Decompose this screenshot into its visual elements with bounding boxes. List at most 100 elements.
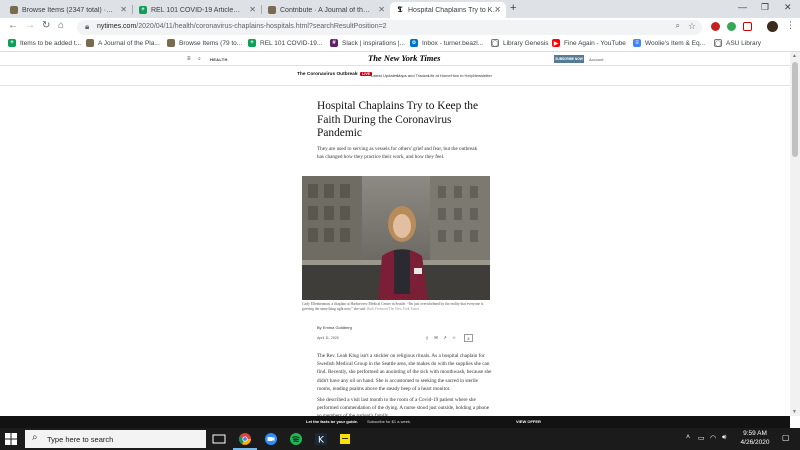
bookmark-icon[interactable]: ☆ xyxy=(450,334,458,342)
scroll-down-icon[interactable]: ▼ xyxy=(792,409,797,415)
bookmark-item[interactable]: # Slack | inspirations |... xyxy=(330,39,405,47)
windows-taskbar: ⌕ Type here to search K ˄ ▭ ◠ 🔊︎ 9:59 AM… xyxy=(0,428,800,450)
taskbar-search[interactable]: ⌕ Type here to search xyxy=(25,430,206,448)
close-icon[interactable]: ✕ xyxy=(494,5,501,14)
search-engine-icon[interactable]: ⌕ xyxy=(676,21,680,31)
bookmark-label: A Journal of the Pla... xyxy=(98,39,160,47)
home-icon[interactable]: ⌂ xyxy=(58,20,64,31)
comment-count[interactable]: 4 xyxy=(464,334,473,342)
facebook-icon[interactable]: f xyxy=(423,334,431,342)
bookmark-item[interactable]: Browse Items (79 to... xyxy=(167,39,242,47)
bookmark-item[interactable]: ≡ Woolie's Item & Eq... xyxy=(633,39,705,47)
extension-shield-icon[interactable] xyxy=(743,22,752,31)
extension-red-icon[interactable] xyxy=(711,22,720,31)
wifi-icon[interactable]: ◠ xyxy=(710,434,716,442)
close-icon[interactable]: ✕ xyxy=(120,5,127,14)
page-scrollbar[interactable]: ▲ ▼ xyxy=(790,52,800,416)
section-label[interactable]: HEALTH xyxy=(210,57,228,62)
bookmark-item[interactable]: o Inbox - turner.beazl... xyxy=(410,39,483,47)
zoom-icon[interactable] xyxy=(264,432,278,446)
article-summary: They are used to serving as vessels for … xyxy=(317,146,478,160)
close-icon[interactable]: ✕ xyxy=(249,5,256,14)
email-icon[interactable]: ✉ xyxy=(432,334,440,342)
bookmark-label: Slack | inspirations |... xyxy=(342,39,405,47)
subscribe-banner-text: Let the facts be your guide. xyxy=(306,419,359,424)
section-nav-link[interactable]: How to Help xyxy=(451,73,473,78)
section-nav-link[interactable]: Latest Updates xyxy=(371,73,398,78)
bookmark-label: Woolie's Item & Eq... xyxy=(645,39,706,47)
network-icon[interactable]: ▭ xyxy=(698,434,705,442)
menu-kebab-icon[interactable]: ⋮ xyxy=(786,20,795,31)
windows-start-icon[interactable] xyxy=(5,433,17,445)
bookmark-item[interactable]: ◯ ASU Library xyxy=(714,39,761,47)
task-view-icon[interactable] xyxy=(212,432,226,446)
outlook-icon: o xyxy=(410,39,418,47)
tab-rel101-articles[interactable]: + REL 101 COVID-19 Articles - Goo ✕ xyxy=(133,2,261,18)
tab-contribute[interactable]: Contribute · A Journal of the Pla ✕ xyxy=(262,2,390,18)
volume-icon[interactable]: 🔊︎ xyxy=(722,434,726,442)
new-tab-button[interactable]: + xyxy=(510,2,516,14)
bookmark-item[interactable]: + Items to be added t... xyxy=(8,39,81,47)
doc-icon: ≡ xyxy=(633,39,641,47)
tab-hospital-chaplains[interactable]: 𝕿 Hospital Chaplains Try to Keep th ✕ xyxy=(390,2,506,18)
restore-icon[interactable]: ❐ xyxy=(761,2,769,13)
article-date: April 11, 2020 xyxy=(317,336,339,340)
clock-time: 9:59 AM xyxy=(743,430,767,437)
scrollbar-thumb[interactable] xyxy=(792,62,798,157)
search-icon: ⌕ xyxy=(32,432,38,443)
omeka-icon xyxy=(167,39,175,47)
minimize-icon[interactable]: — xyxy=(738,2,747,12)
bookmark-label: Items to be added t... xyxy=(20,39,82,47)
chrome-taskbar-icon[interactable] xyxy=(238,432,252,446)
sheets-icon: + xyxy=(139,6,147,14)
share-icon[interactable]: ↗ xyxy=(441,334,449,342)
bookmark-label: Browse Items (79 to... xyxy=(179,39,243,47)
article-headline: Hospital Chaplains Try to Keep the Faith… xyxy=(317,100,479,139)
steam-app-icon[interactable]: K xyxy=(314,432,328,446)
hamburger-menu-icon[interactable]: ≡ xyxy=(187,56,191,62)
view-offer-button[interactable]: VIEW OFFER xyxy=(516,419,541,424)
notifications-icon[interactable]: ▢ xyxy=(782,433,790,442)
close-icon[interactable]: ✕ xyxy=(378,5,385,14)
omeka-icon xyxy=(86,39,94,47)
bookmark-item[interactable]: + REL 101 COVID-19... xyxy=(248,39,322,47)
nyt-icon: 𝕿 xyxy=(396,5,404,14)
nyt-logo[interactable]: The New York Times xyxy=(368,53,440,63)
scroll-up-icon[interactable]: ▲ xyxy=(792,53,797,59)
section-nav-link[interactable]: Life at Home xyxy=(428,73,451,78)
bookmark-item[interactable]: ▶ Fine Again - YouTube xyxy=(552,39,626,47)
spotify-icon[interactable] xyxy=(289,432,303,446)
tray-chevron-icon[interactable]: ˄ xyxy=(686,434,690,441)
chaplain-photo-illustration xyxy=(302,176,490,300)
section-nav-link[interactable]: Maps and Tracker xyxy=(397,73,429,78)
sticky-notes-icon[interactable] xyxy=(338,432,352,446)
bookmark-label: REL 101 COVID-19... xyxy=(260,39,323,47)
globe-icon: ◯ xyxy=(714,39,722,47)
close-window-icon[interactable]: ✕ xyxy=(784,2,792,13)
extension-green-icon[interactable] xyxy=(727,22,736,31)
subscribe-now-button[interactable]: SUBSCRIBE NOW xyxy=(554,55,584,63)
taskbar-clock[interactable]: 9:59 AM 4/26/2020 xyxy=(735,429,775,447)
lock-icon: 🔒︎ xyxy=(85,22,90,31)
section-nav-link[interactable]: Newsletter xyxy=(473,73,492,78)
address-bar[interactable]: 🔒︎ nytimes.com/2020/04/11/health/coronav… xyxy=(77,20,702,35)
back-icon[interactable]: ← xyxy=(8,20,18,31)
account-link[interactable]: Account xyxy=(589,57,603,62)
section-nav-title[interactable]: The Coronavirus Outbreak xyxy=(297,72,358,77)
bookmark-star-icon[interactable]: ☆ xyxy=(688,21,696,32)
article-byline[interactable]: By Emma Goldberg xyxy=(317,325,352,330)
article-paragraph: The Rev. Leah Klug isn't a stickler on r… xyxy=(317,353,492,392)
bookmark-item[interactable]: A Journal of the Pla... xyxy=(86,39,160,47)
search-icon[interactable]: ⌕ xyxy=(198,56,201,62)
reload-icon[interactable]: ↻ xyxy=(42,20,50,31)
avatar[interactable] xyxy=(767,21,778,32)
sheets-icon: + xyxy=(248,39,256,47)
bookmark-label: Inbox - turner.beazl... xyxy=(422,39,484,47)
forward-icon[interactable]: → xyxy=(25,20,35,31)
omeka-icon xyxy=(10,6,18,14)
bookmark-item[interactable]: ◯ Library Genesis xyxy=(491,39,549,47)
browser-toolbar: ← → ↻ ⌂ 🔒︎ nytimes.com/2020/04/11/health… xyxy=(0,18,800,37)
tab-browse-items[interactable]: Browse Items (2347 total) · A Jou ✕ xyxy=(4,2,132,18)
article-photo xyxy=(302,176,490,300)
slack-icon: # xyxy=(330,39,338,47)
